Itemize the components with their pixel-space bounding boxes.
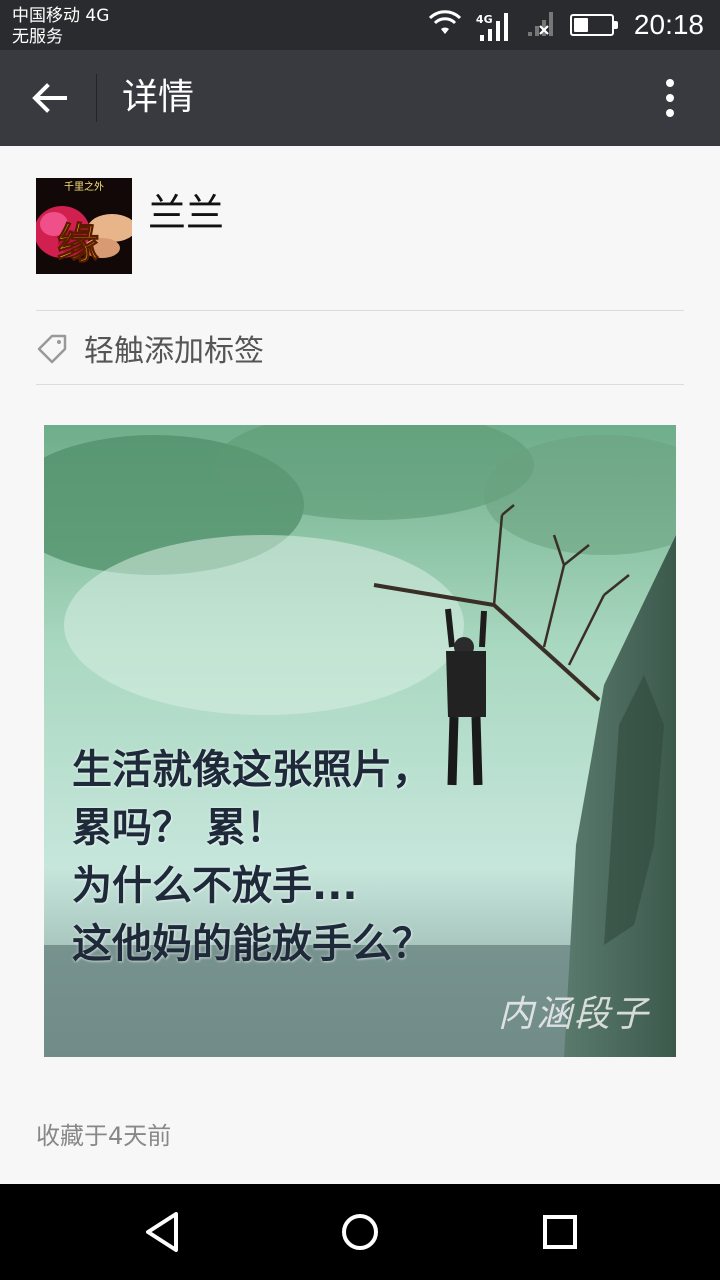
carrier-service-status: 无服务 xyxy=(12,27,63,47)
image-caption-line: 这他妈的能放手么？ xyxy=(72,921,432,967)
add-tag-label: 轻触添加标签 xyxy=(84,334,264,369)
image-caption-line: 累吗？ 累！ xyxy=(72,805,286,851)
image-watermark: 内涵段子 xyxy=(497,994,650,1035)
system-nav-bar xyxy=(0,1184,720,1280)
post-image[interactable]: 生活就像这张照片， 累吗？ 累！ 为什么不放手... 这他妈的能放手么？ 内涵段… xyxy=(44,425,676,1057)
back-triangle-icon xyxy=(146,1212,178,1252)
carrier-name: 中国移动 4G xyxy=(12,6,110,26)
more-vertical-icon xyxy=(666,79,674,117)
image-caption: 生活就像这张照片， 累吗？ 累！ 为什么不放手... 这他妈的能放手么？ xyxy=(72,741,432,973)
signal-no-service-icon xyxy=(526,8,556,42)
nav-back-button[interactable] xyxy=(122,1202,202,1262)
page-title: 详情 xyxy=(122,77,195,118)
image-caption-line: 为什么不放手... xyxy=(72,863,358,909)
saved-timestamp: 收藏于4天前 xyxy=(36,1122,172,1150)
battery-icon xyxy=(569,14,618,36)
nav-home-button[interactable] xyxy=(320,1202,400,1262)
home-circle-icon xyxy=(342,1214,378,1250)
avatar-glyph: 缘 xyxy=(57,219,99,268)
divider-bottom xyxy=(36,384,684,385)
tag-icon xyxy=(36,331,70,365)
divider-top xyxy=(36,310,684,311)
signal-4g-icon: 4G xyxy=(476,7,512,43)
arrow-left-icon xyxy=(32,83,67,113)
back-button[interactable] xyxy=(20,70,78,126)
more-options-button[interactable] xyxy=(642,74,698,122)
avatar-caption: 千里之外 xyxy=(64,180,104,193)
battery-level xyxy=(573,18,589,32)
add-tag-row[interactable]: 轻触添加标签 xyxy=(36,312,684,384)
image-caption-line: 生活就像这张照片， xyxy=(72,747,432,793)
status-icons: 4G 20:18 xyxy=(428,0,704,50)
nav-recents-button[interactable] xyxy=(520,1202,600,1262)
status-bar: 中国移动 4G 无服务 4G 20:18 xyxy=(0,0,720,50)
app-bar: 详情 xyxy=(0,50,720,146)
clock: 20:18 xyxy=(633,9,704,40)
wifi-icon xyxy=(428,10,462,40)
recents-square-icon xyxy=(543,1215,577,1249)
carrier-info: 中国移动 4G 无服务 xyxy=(12,6,109,48)
avatar[interactable]: 千里之外 缘 xyxy=(36,178,132,274)
app-bar-divider xyxy=(96,74,97,122)
user-name: 兰兰 xyxy=(148,191,225,235)
